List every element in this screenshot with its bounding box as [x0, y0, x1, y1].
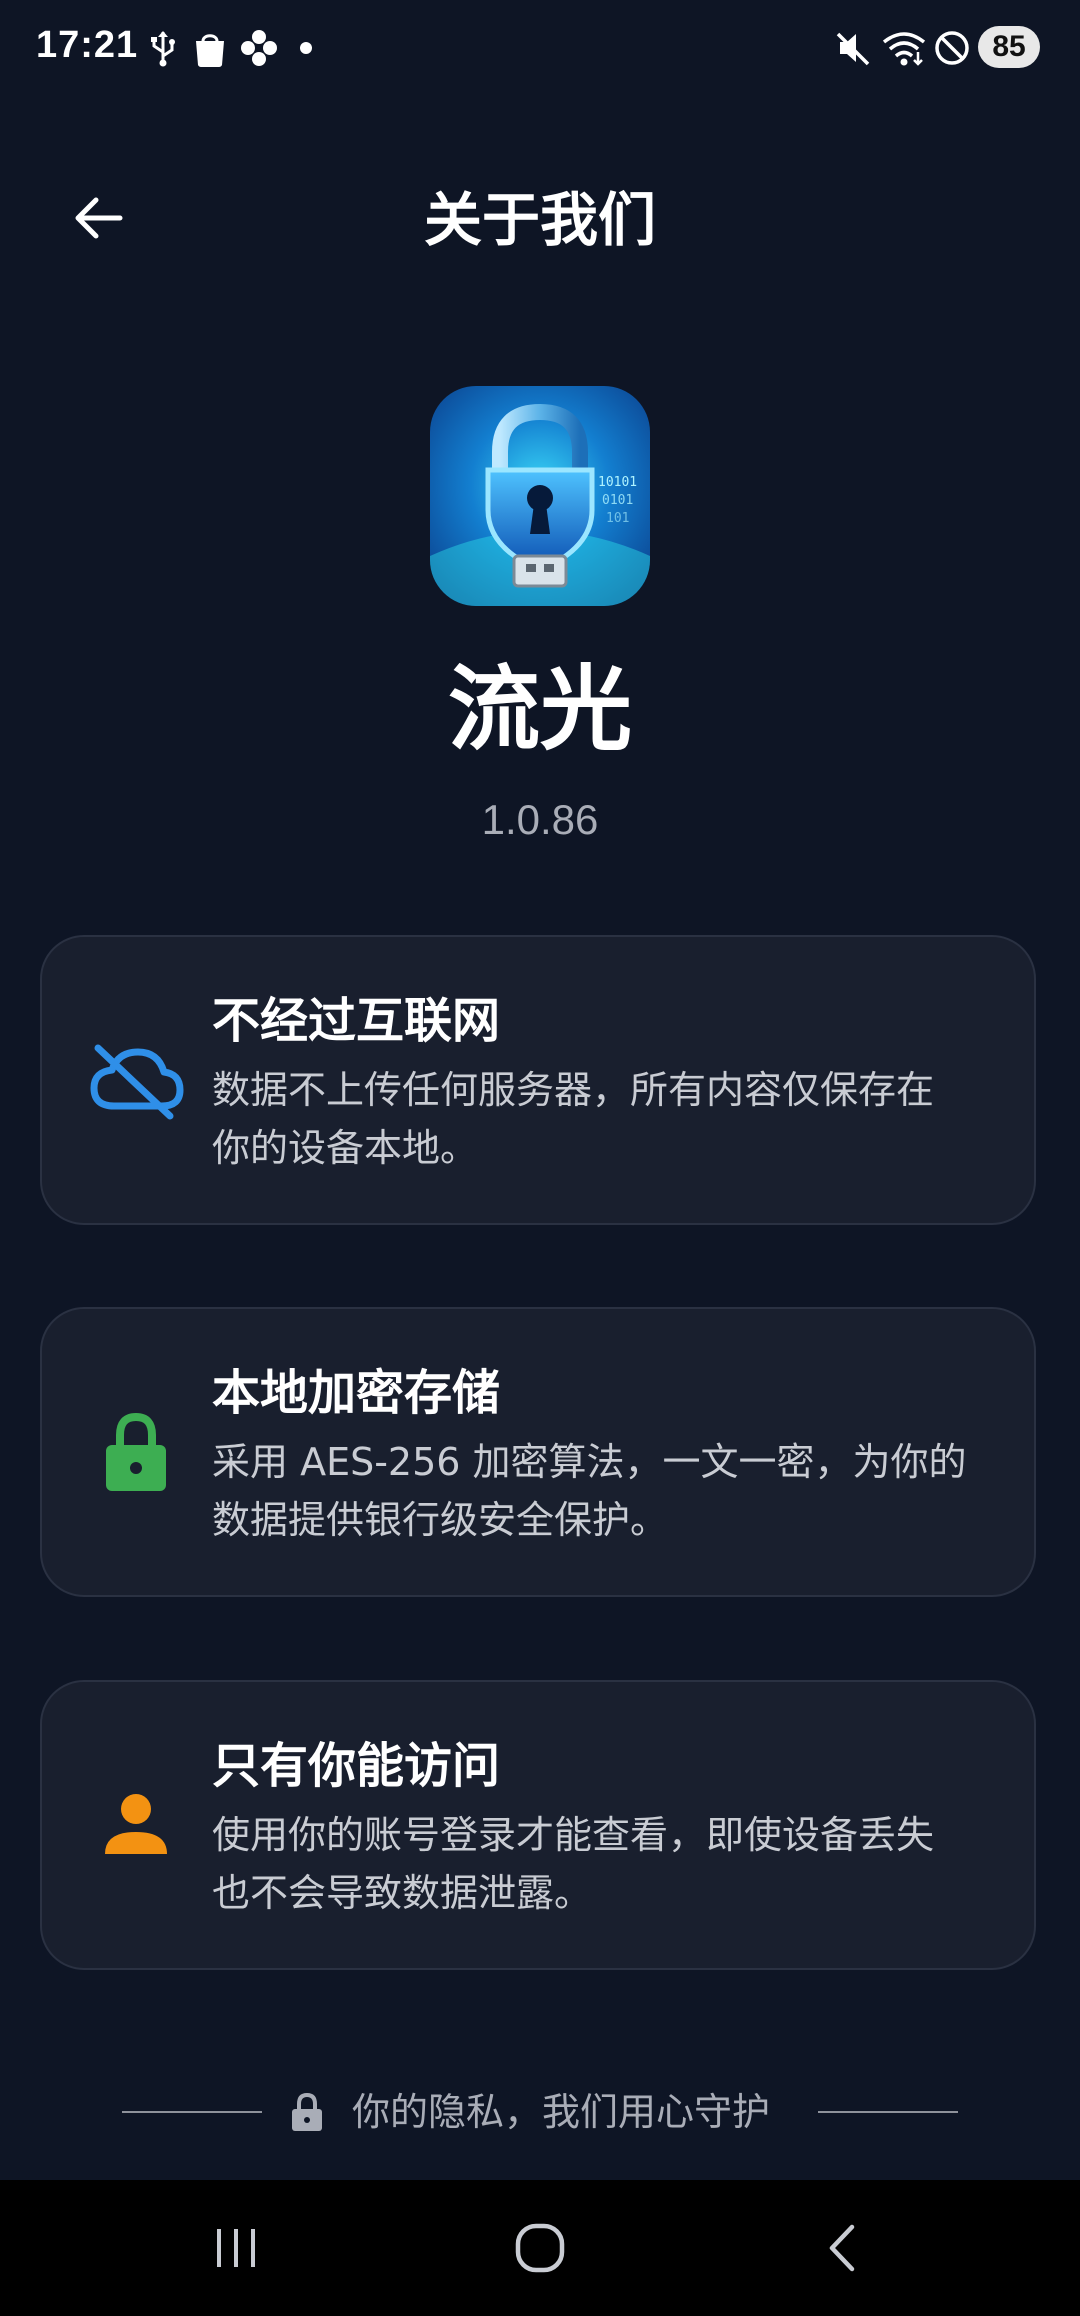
- status-time: 17:21: [36, 24, 139, 66]
- do-not-disturb-icon: [935, 31, 969, 65]
- feature-card-local-encryption: 本地加密存储 采用 AES-256 加密算法，一文一密，为你的 数据提供银行级安…: [40, 1307, 1036, 1597]
- lock-icon: [292, 2092, 322, 2131]
- feature-title: 只有你能访问: [212, 1738, 501, 1794]
- battery-level: 85: [978, 26, 1040, 68]
- nav-back-button[interactable]: [792, 2208, 892, 2288]
- mute-icon: [836, 32, 870, 66]
- shopping-bag-icon: [196, 34, 224, 67]
- footer-text: 你的隐私，我们用心守护: [352, 2090, 771, 2134]
- usb-icon: [151, 31, 175, 67]
- home-icon: [515, 2223, 565, 2273]
- svg-text:0101: 0101: [602, 493, 633, 508]
- svg-text:101: 101: [606, 511, 629, 526]
- flower-icon: [241, 30, 277, 66]
- lock-icon: [106, 1412, 166, 1491]
- feature-description: 数据不上传任何服务器，所有内容仅保存在 你的设备本地。: [212, 1068, 935, 1170]
- system-nav-bar: [0, 2180, 1080, 2316]
- recent-apps-icon: [217, 2229, 255, 2267]
- cloud-off-icon: [90, 1044, 184, 1120]
- feature-card-no-internet: 不经过互联网 数据不上传任何服务器，所有内容仅保存在 你的设备本地。: [40, 935, 1036, 1225]
- footer-divider-right: [818, 2111, 958, 2113]
- privacy-footer: 你的隐私，我们用心守护: [0, 2080, 1080, 2144]
- nav-back-icon: [829, 2224, 855, 2272]
- dot-icon: [300, 42, 312, 54]
- status-bar: 17:21 85: [0, 0, 1080, 96]
- usb-shield-lock-app-icon: 10101 0101 101: [430, 386, 650, 606]
- app-version: 1.0.86: [481, 796, 599, 843]
- person-icon: [105, 1794, 167, 1854]
- home-button[interactable]: [490, 2208, 590, 2288]
- footer-divider-left: [122, 2111, 262, 2113]
- feature-title: 本地加密存储: [212, 1365, 501, 1421]
- feature-card-only-you: 只有你能访问 使用你的账号登录才能查看，即使设备丢失 也不会导致数据泄露。: [40, 1680, 1036, 1970]
- page-title: 关于我们: [423, 186, 656, 254]
- app-name: 流光: [447, 656, 632, 763]
- svg-text:10101: 10101: [598, 475, 637, 490]
- feature-description: 采用 AES-256 加密算法，一文一密，为你的 数据提供银行级安全保护。: [212, 1440, 967, 1542]
- wifi-icon: [882, 32, 926, 66]
- recent-apps-button[interactable]: [186, 2208, 286, 2288]
- feature-title: 不经过互联网: [212, 993, 501, 1049]
- feature-description: 使用你的账号登录才能查看，即使设备丢失 也不会导致数据泄露。: [212, 1813, 935, 1915]
- app-logo: 10101 0101 101: [430, 386, 650, 606]
